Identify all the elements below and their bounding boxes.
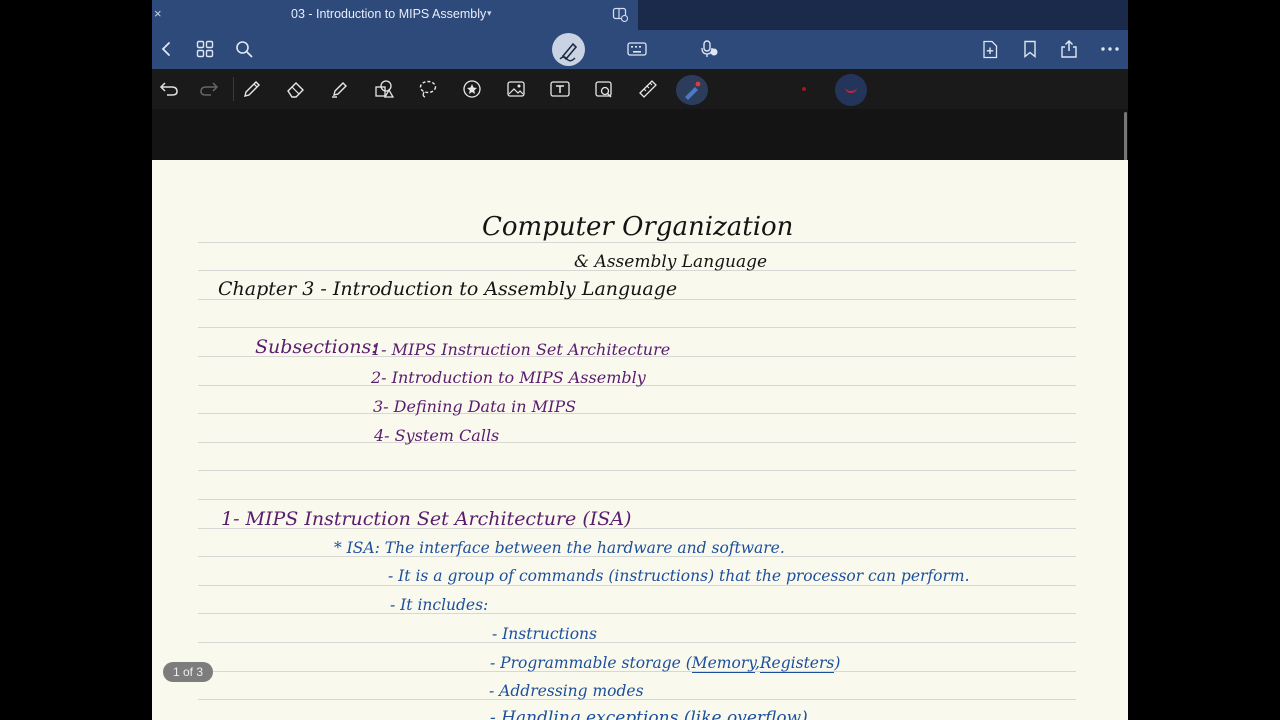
active-color-swatch[interactable] — [835, 74, 867, 106]
ruled-line — [198, 499, 1076, 500]
includes-item: - Addressing modes — [489, 682, 644, 700]
isa-includes-line: - It includes: — [390, 596, 489, 614]
add-page-icon[interactable] — [980, 39, 1000, 59]
navigation-bar — [152, 30, 1128, 69]
subsection-item: 1- MIPS Instruction Set Architecture — [371, 340, 671, 359]
subsection-item: 2- Introduction to MIPS Assembly — [371, 368, 646, 387]
includes-item: - Programmable storage (Memory,Registers… — [490, 654, 841, 673]
ruled-line — [198, 242, 1076, 243]
document-tab[interactable]: × 03 - Introduction to MIPS Assembly ▾ — [152, 0, 638, 30]
shapes-icon[interactable] — [373, 78, 395, 100]
more-options-icon[interactable] — [1099, 39, 1121, 59]
ruled-line — [198, 442, 1076, 443]
section-heading: 1- MIPS Instruction Set Architecture (IS… — [221, 508, 632, 530]
undo-icon[interactable] — [158, 79, 180, 99]
isa-detail-line: - It is a group of commands (instruction… — [388, 567, 970, 585]
underlined-memory: Memory — [691, 654, 755, 673]
subsection-item: 3- Defining Data in MIPS — [373, 397, 577, 416]
chapter-heading: Chapter 3 - Introduction to Assembly Lan… — [218, 278, 678, 300]
ruled-line — [198, 613, 1076, 614]
ruler-icon[interactable] — [637, 78, 659, 100]
includes-item: - Handling exceptions (like overflow) — [490, 708, 808, 720]
secondary-color-swatch[interactable] — [802, 87, 806, 91]
highlighter-icon[interactable] — [329, 78, 351, 100]
toolbar-divider — [233, 77, 234, 101]
notes-app-window: × 03 - Introduction to MIPS Assembly ▾ C… — [152, 0, 1128, 720]
ruled-line — [198, 413, 1076, 414]
thumbnails-grid-icon[interactable] — [195, 39, 215, 59]
drawing-toolbar — [152, 69, 1128, 109]
includes-item-close: ) — [834, 654, 841, 672]
document-title[interactable]: 03 - Introduction to MIPS Assembly — [291, 7, 486, 21]
canvas-gutter — [152, 109, 1128, 160]
keyboard-icon[interactable] — [626, 39, 648, 59]
redo-icon[interactable] — [198, 79, 220, 99]
page-indicator: 1 of 3 — [163, 662, 213, 682]
includes-item-text: - Programmable storage ( — [490, 654, 692, 672]
eraser-icon[interactable] — [285, 78, 307, 100]
ruled-line — [198, 585, 1076, 586]
microphone-icon[interactable] — [698, 39, 720, 59]
notebook-page[interactable]: Computer Organization & Assembly Languag… — [152, 160, 1128, 720]
text-box-icon[interactable] — [549, 78, 571, 100]
chevron-down-icon[interactable]: ▾ — [487, 8, 492, 19]
split-view-icon[interactable] — [612, 6, 629, 27]
note-title-line1: Computer Organization — [482, 212, 794, 242]
ruled-line — [198, 470, 1076, 471]
search-icon[interactable] — [234, 39, 254, 59]
sticker-icon[interactable] — [461, 78, 483, 100]
includes-item: - Instructions — [492, 625, 597, 643]
underlined-registers: Registers — [759, 654, 835, 673]
camera-icon[interactable] — [593, 78, 615, 100]
subsection-item: 4- System Calls — [374, 426, 500, 445]
isa-definition: * ISA: The interface between the hardwar… — [334, 539, 785, 557]
pen-icon[interactable] — [241, 78, 263, 100]
share-icon[interactable] — [1059, 38, 1079, 60]
handwriting-mode-button[interactable] — [552, 33, 585, 66]
back-icon[interactable] — [156, 39, 176, 59]
image-icon[interactable] — [505, 78, 527, 100]
subsections-label: Subsections: — [255, 336, 378, 358]
ruled-line — [198, 327, 1076, 328]
note-title-line2: & Assembly Language — [574, 252, 768, 272]
ruled-line — [198, 642, 1076, 643]
laser-pointer-icon[interactable] — [681, 79, 703, 101]
tab-bar: × 03 - Introduction to MIPS Assembly ▾ — [152, 0, 1128, 30]
bookmark-icon[interactable] — [1020, 39, 1040, 59]
lasso-icon[interactable] — [417, 78, 439, 100]
close-tab-icon[interactable]: × — [154, 6, 168, 22]
